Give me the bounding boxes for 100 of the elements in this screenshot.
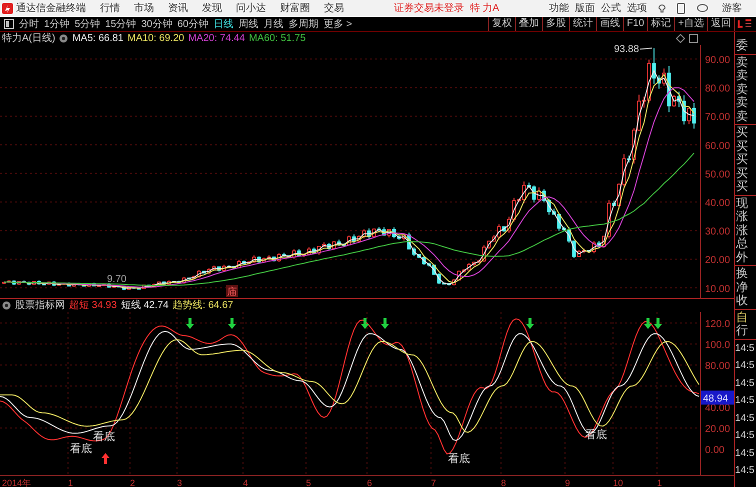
menu-item[interactable]: 问小达	[236, 1, 266, 16]
quote-field-label: 卖	[735, 96, 749, 110]
login-notice[interactable]: 证券交易未登录	[394, 1, 464, 16]
toolbar-button[interactable]: 多股	[542, 17, 569, 31]
price-axis-label: 60.00	[705, 140, 730, 152]
price-axis-label: 40.00	[705, 198, 730, 209]
user-label[interactable]: 游客	[722, 1, 742, 16]
menu-item[interactable]: 财富圈	[280, 1, 310, 16]
date-axis-label: 6	[367, 478, 372, 487]
sell-arrow-icon	[228, 318, 236, 329]
quote-field-label: 买	[735, 153, 749, 166]
indicator-title[interactable]: 股票指标网	[15, 298, 65, 313]
period-tab[interactable]: 日线	[214, 16, 234, 32]
bulb-icon[interactable]	[656, 4, 667, 14]
trade-time: 14:5	[735, 464, 756, 478]
toolbar-button[interactable]: F10	[622, 17, 648, 31]
period-tab[interactable]: 5分钟	[74, 16, 100, 32]
signal-label: 看底	[70, 443, 92, 455]
toolbar-button[interactable]: 返回	[707, 17, 734, 31]
menu-item[interactable]: 发现	[202, 1, 222, 16]
sell-arrow-icon	[186, 318, 194, 329]
phone-icon[interactable]	[676, 3, 685, 14]
circle-icon[interactable]	[2, 301, 11, 310]
menu-item[interactable]: 选项	[626, 1, 647, 16]
date-axis-label: 1	[657, 478, 662, 487]
quote-field-label: 委	[735, 39, 749, 52]
sell-arrow-icon	[361, 318, 369, 329]
info-marker[interactable]: 庙	[226, 285, 238, 298]
indicator-axis-label: 120.0	[705, 319, 730, 330]
price-axis-label: 90.00	[705, 55, 730, 66]
price-axis-label: 10.00	[705, 284, 730, 295]
buy-arrow-icon	[102, 453, 110, 464]
menu-item[interactable]: 功能	[548, 1, 569, 16]
period-tab[interactable]: 多周期	[288, 16, 318, 32]
date-axis-label: 3	[177, 478, 182, 487]
menu-item[interactable]: 公式	[600, 1, 621, 16]
ma-value: MA60: 51.75	[248, 32, 306, 46]
quote-field-label: 换	[735, 267, 749, 280]
trade-time: 14:5	[735, 359, 756, 373]
toolbar-button[interactable]: 画线	[596, 17, 623, 31]
quote-mode-tab[interactable]: 自	[735, 310, 756, 324]
chart-title: 特力A(日线)	[2, 32, 56, 46]
quote-field-label: 卖	[735, 69, 749, 82]
sell-arrow-icon	[654, 318, 662, 329]
quote-field-label: 净	[735, 280, 749, 294]
quote-mode-tab[interactable]: 行	[735, 324, 756, 338]
date-axis-label: 10	[613, 478, 624, 487]
price-axis-label: 80.00	[705, 84, 730, 95]
date-axis-label: 9	[565, 478, 570, 487]
quote-field-label: 买	[735, 180, 749, 194]
indicator-value: 短线 42.74	[120, 298, 169, 313]
panel-toggle-icon[interactable]	[4, 19, 14, 29]
sell-arrow-icon	[526, 318, 534, 329]
period-tab[interactable]: 分时	[19, 16, 39, 32]
toolbar-button[interactable]: 统计	[568, 17, 596, 31]
trade-time: 14:5	[735, 394, 756, 408]
current-value-marker: 48.94	[701, 390, 734, 405]
menu-item[interactable]: 资讯	[168, 1, 188, 16]
menu-item[interactable]: 市场	[134, 1, 154, 16]
date-axis-label: 2	[130, 478, 136, 487]
quote-field-label: 收	[735, 294, 749, 308]
quote-field-label: 总	[735, 237, 749, 250]
menu-item[interactable]: 版面	[574, 1, 595, 16]
high-price-label: 93.88	[614, 45, 640, 56]
message-icon[interactable]	[696, 4, 708, 13]
menu-item[interactable]: 交易	[324, 1, 344, 16]
low-price-label: 9.70	[107, 274, 126, 285]
quote-field-label: 买	[735, 166, 749, 180]
toolbar-button[interactable]: 复权	[488, 17, 515, 31]
toolbar-button[interactable]: 标记	[647, 17, 674, 31]
price-axis-label: 20.00	[705, 255, 730, 266]
period-tab[interactable]: 周线	[238, 16, 258, 32]
indicator-axis-label: 20.00	[705, 424, 730, 435]
more-menu[interactable]: 更多 >	[324, 16, 352, 32]
circle-icon[interactable]	[59, 34, 68, 43]
quote-field-label: 买	[735, 140, 749, 153]
trade-time: 14:5	[735, 376, 756, 390]
period-tab[interactable]: 30分钟	[141, 16, 172, 32]
trade-time: 14:5	[735, 446, 756, 460]
menu-item[interactable]: 行情	[100, 1, 120, 16]
sell-arrow-icon	[644, 318, 652, 329]
period-tab[interactable]: 60分钟	[177, 16, 208, 32]
indicator-axis-label: 80.00	[705, 361, 730, 372]
app-title: 通达信金融终端	[16, 2, 86, 16]
period-tab[interactable]: 1分钟	[44, 16, 70, 32]
quote-field-label: 外	[735, 250, 749, 264]
period-tab[interactable]: 月线	[264, 16, 284, 32]
app-logo-icon	[2, 3, 13, 14]
diamond-icon[interactable]	[676, 34, 685, 43]
window-icon[interactable]	[689, 34, 698, 43]
date-axis-label: 7	[431, 478, 436, 487]
date-axis-label: 2014年	[2, 478, 32, 487]
toolbar-button[interactable]: +自选	[674, 17, 707, 31]
toolbar-button[interactable]: 叠加	[514, 17, 542, 31]
price-axis-label: 70.00	[705, 112, 730, 124]
quote-field-label: 卖	[735, 82, 749, 96]
price-axis-label: 50.00	[705, 169, 730, 180]
period-tab[interactable]: 15分钟	[105, 16, 136, 32]
quote-field-label: 涨	[735, 210, 749, 224]
quote-field-label: 现	[735, 196, 749, 210]
